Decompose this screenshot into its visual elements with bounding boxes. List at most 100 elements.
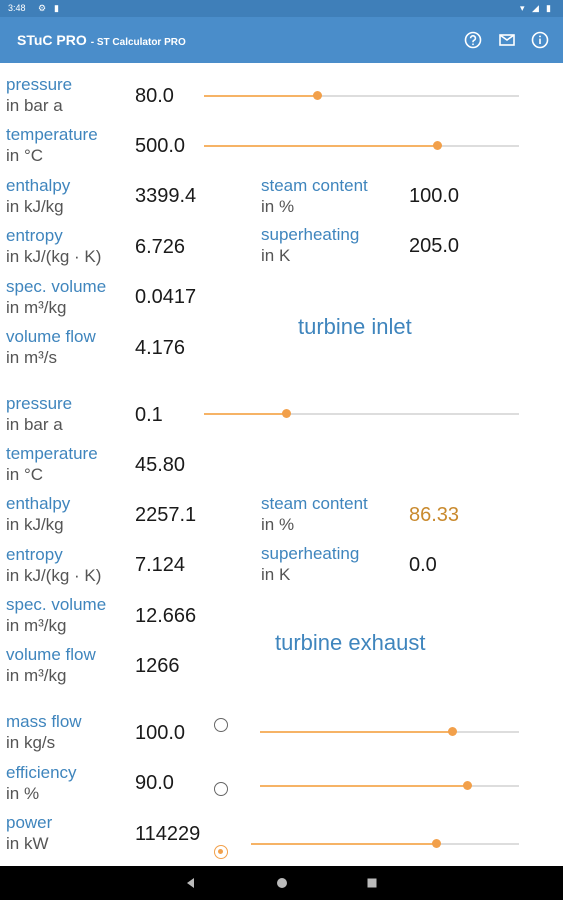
field-unit: in kg/s — [6, 733, 56, 752]
field-unit: in % — [261, 197, 295, 216]
status-time: 3:48 — [8, 3, 26, 13]
info-icon[interactable] — [530, 30, 550, 50]
field-unit: in K — [261, 565, 291, 584]
home-icon[interactable] — [274, 875, 290, 891]
field-unit: in m³/kg — [6, 616, 67, 635]
field-name: pressure — [6, 394, 73, 413]
inlet-temperature-slider[interactable] — [204, 136, 519, 156]
wifi-icon: ▾ — [520, 3, 525, 13]
exhaust-entropy-value: 7.124 — [135, 554, 186, 576]
slider-fill — [204, 413, 286, 415]
field-name: superheating — [261, 544, 360, 563]
exhaust-steam-content-value: 86.33 — [409, 504, 460, 526]
exhaust-enthalpy-value: 2257.1 — [135, 504, 197, 526]
exhaust-pressure-slider[interactable] — [204, 404, 519, 424]
slider-fill — [260, 785, 468, 787]
field-name: entropy — [6, 545, 63, 564]
field-unit: in kJ/kg — [6, 515, 64, 534]
field-name: pressure — [6, 75, 73, 94]
exhaust-section-title: turbine exhaust — [275, 630, 426, 655]
mass-flow-label: mass flow in kg/s — [6, 711, 82, 753]
slider-thumb[interactable] — [431, 839, 441, 848]
inlet-superheating-label: superheating in K — [261, 224, 359, 266]
slider-fill — [260, 731, 452, 733]
inlet-entropy-value: 6.726 — [135, 236, 186, 258]
inlet-section-title: turbine inlet — [298, 314, 412, 339]
help-icon[interactable] — [463, 30, 483, 50]
field-name: spec. volume — [6, 277, 107, 296]
slider-fill — [204, 145, 438, 147]
sd-card-icon: ▮ — [54, 3, 59, 13]
efficiency-label: efficiency in % — [6, 762, 77, 804]
power-label: power in kW — [6, 812, 52, 854]
app-subtitle: - ST Calculator PRO — [90, 37, 186, 48]
app-title: STuC PRO - ST Calculator PRO — [17, 32, 186, 48]
inlet-entropy-label: entropy in kJ/(kg · K) — [6, 225, 101, 267]
exhaust-steam-content-label: steam content in % — [261, 493, 368, 535]
field-name: spec. volume — [6, 595, 107, 614]
mass-flow-value[interactable]: 100.0 — [135, 722, 185, 745]
mail-icon[interactable] — [497, 30, 517, 50]
exhaust-temperature-label: temperature in °C — [6, 443, 98, 485]
inlet-volume-flow-label: volume flow in m³/s — [6, 326, 96, 368]
power-value[interactable]: 114229 — [135, 823, 200, 846]
efficiency-value[interactable]: 90.0 — [135, 772, 174, 795]
field-unit: in bar a — [6, 415, 63, 434]
exhaust-volume-flow-label: volume flow in m³/kg — [6, 644, 96, 686]
field-unit: in kJ/kg — [6, 197, 64, 216]
slider-thumb[interactable] — [433, 141, 443, 150]
status-bar: 3:48 ⚙ ▮ ▾ ◢ ▮ — [0, 0, 563, 17]
inlet-pressure-label: pressure in bar a — [6, 74, 72, 116]
field-name: enthalpy — [6, 494, 71, 513]
field-name: temperature — [6, 444, 98, 463]
inlet-temperature-label: temperature in °C — [6, 124, 98, 166]
app-bar: STuC PRO - ST Calculator PRO — [0, 17, 563, 63]
exhaust-enthalpy-label: enthalpy in kJ/kg — [6, 493, 70, 535]
efficiency-radio[interactable] — [214, 782, 228, 796]
slider-thumb[interactable] — [313, 91, 323, 100]
exhaust-superheating-label: superheating in K — [261, 543, 359, 585]
slider-thumb[interactable] — [281, 409, 291, 418]
recents-icon[interactable] — [364, 875, 380, 891]
exhaust-pressure-value[interactable]: 0.1 — [135, 404, 163, 427]
power-radio[interactable] — [214, 845, 228, 859]
exhaust-volume-flow-value: 1266 — [135, 655, 180, 677]
field-unit: in m³/kg — [6, 298, 67, 317]
inlet-pressure-slider[interactable] — [204, 86, 519, 106]
inlet-steam-content-label: steam content in % — [261, 175, 368, 217]
inlet-steam-content-value: 100.0 — [409, 185, 460, 207]
app-title-text: STuC PRO — [17, 32, 87, 48]
inlet-pressure-value[interactable]: 80.0 — [135, 85, 174, 108]
field-name: enthalpy — [6, 176, 71, 195]
back-icon[interactable] — [183, 875, 199, 891]
field-name: volume flow — [6, 645, 96, 664]
power-slider[interactable] — [251, 834, 519, 854]
mass-flow-slider[interactable] — [260, 722, 519, 742]
mass-flow-radio[interactable] — [214, 718, 228, 732]
inlet-spec-volume-label: spec. volume in m³/kg — [6, 276, 106, 318]
field-name: steam content — [261, 494, 368, 513]
slider-fill — [204, 95, 318, 97]
inlet-enthalpy-label: enthalpy in kJ/kg — [6, 175, 70, 217]
efficiency-slider[interactable] — [260, 776, 519, 796]
field-unit: in % — [6, 784, 40, 803]
exhaust-spec-volume-label: spec. volume in m³/kg — [6, 594, 106, 636]
inlet-spec-volume-value: 0.0417 — [135, 286, 197, 308]
exhaust-spec-volume-value: 12.666 — [135, 605, 197, 627]
signal-icon: ◢ — [532, 3, 539, 13]
slider-thumb[interactable] — [447, 727, 457, 736]
inlet-volume-flow-value: 4.176 — [135, 337, 186, 359]
slider-fill — [251, 843, 436, 845]
field-unit: in m³/s — [6, 348, 57, 367]
slider-thumb[interactable] — [463, 781, 473, 790]
field-name: entropy — [6, 226, 63, 245]
inlet-temperature-value[interactable]: 500.0 — [135, 135, 185, 158]
exhaust-temperature-value: 45.80 — [135, 454, 186, 476]
field-name: temperature — [6, 125, 98, 144]
field-unit: in m³/kg — [6, 666, 67, 685]
field-name: mass flow — [6, 712, 82, 731]
exhaust-superheating-value: 0.0 — [409, 554, 437, 576]
field-unit: in bar a — [6, 96, 63, 115]
field-name: superheating — [261, 225, 360, 244]
field-name: power — [6, 813, 53, 832]
